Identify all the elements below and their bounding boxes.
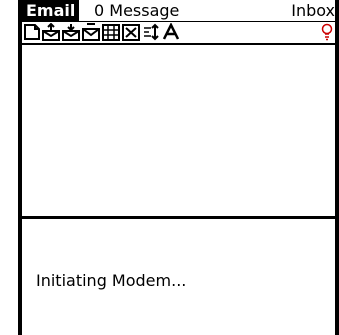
- app-title: Email: [22, 0, 80, 21]
- status-message: Initiating Modem...: [36, 271, 187, 290]
- toolbar: [22, 22, 335, 45]
- status-panel: Initiating Modem...: [22, 216, 335, 335]
- send-receive-icon[interactable]: [82, 23, 100, 41]
- lightbulb-icon[interactable]: [321, 23, 333, 45]
- message-count: 0 Message: [94, 1, 180, 20]
- receive-icon[interactable]: [62, 23, 80, 41]
- new-message-icon[interactable]: [24, 23, 40, 41]
- folder-selector[interactable]: Inbox: [291, 0, 335, 21]
- window-right-border: [335, 0, 339, 335]
- title-bar: Email 0 Message Inbox: [22, 0, 335, 22]
- email-window: Email 0 Message Inbox Initiating Modem..…: [18, 0, 339, 335]
- delete-icon[interactable]: [122, 23, 140, 41]
- font-icon[interactable]: [162, 23, 180, 41]
- sort-icon[interactable]: [142, 23, 160, 41]
- send-icon[interactable]: [42, 23, 60, 41]
- address-book-icon[interactable]: [102, 23, 120, 41]
- message-list-area[interactable]: [22, 45, 335, 214]
